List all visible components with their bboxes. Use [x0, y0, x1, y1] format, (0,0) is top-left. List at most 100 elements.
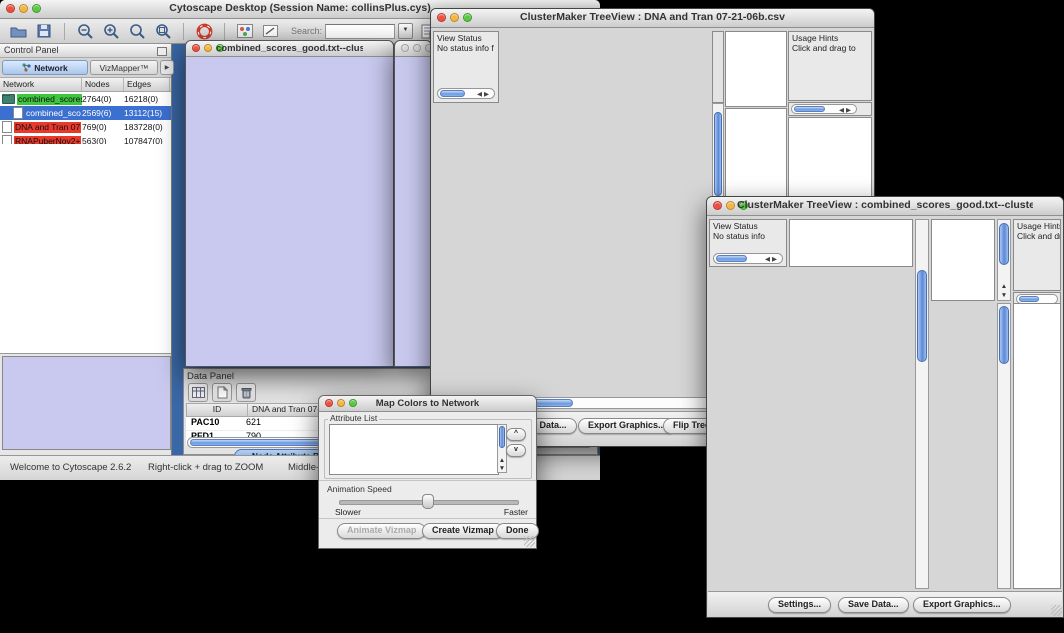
minimize-icon[interactable]	[726, 201, 735, 210]
network-table-row[interactable]: combined_sco2569(6)13112(15)	[0, 106, 171, 120]
network-table-row[interactable]: DNA and Tran 07769(0)183728(0)	[0, 120, 171, 134]
open-session-button[interactable]	[8, 22, 28, 41]
treeview2-titlebar[interactable]: ClusterMaker TreeView : combined_scores_…	[707, 197, 1063, 216]
scroll-left-icon[interactable]: ◀	[477, 91, 484, 98]
scroll-thumb[interactable]	[794, 106, 825, 112]
control-panel-header: Control Panel	[0, 44, 171, 58]
resize-grip[interactable]	[524, 536, 535, 547]
delete-attribute-icon[interactable]	[236, 383, 256, 402]
close-icon[interactable]	[325, 399, 333, 407]
scroll-thumb[interactable]	[999, 223, 1009, 265]
create-vizmap-button[interactable]: Create Vizmap	[422, 523, 504, 539]
scroll-right-icon[interactable]: ▶	[846, 107, 853, 114]
col-id[interactable]: ID	[187, 404, 248, 416]
scroll-thumb[interactable]	[1019, 296, 1039, 302]
scroll-thumb[interactable]	[714, 112, 722, 196]
network-view-window: combined_scores_good.txt--cluste...	[185, 40, 394, 367]
dialog-titlebar[interactable]: Map Colors to Network	[319, 396, 536, 412]
save-data-button[interactable]: Save Data...	[838, 597, 909, 613]
scroll-thumb[interactable]	[999, 306, 1009, 364]
heatmap-canvas[interactable]	[789, 269, 913, 589]
export-graphics-button[interactable]: Export Graphics...	[913, 597, 1011, 613]
treeview1-titlebar[interactable]: ClusterMaker TreeView : DNA and Tran 07-…	[431, 9, 874, 28]
move-up-button[interactable]: ^	[506, 428, 526, 441]
heatmap-vscrollbar[interactable]	[915, 219, 929, 589]
export-graphics-button[interactable]: Export Graphics...	[578, 418, 676, 434]
slower-label: Slower	[335, 507, 361, 517]
usage-hints-title: Usage Hints	[792, 33, 838, 43]
move-down-button[interactable]: v	[506, 444, 526, 457]
scroll-right-icon[interactable]: ▶	[484, 91, 491, 98]
col-network[interactable]: Network	[0, 78, 82, 91]
col-nodes[interactable]: Nodes	[82, 78, 124, 91]
birds-eye-view[interactable]	[2, 356, 171, 450]
close-icon[interactable]	[713, 201, 722, 210]
close-icon[interactable]	[6, 4, 15, 13]
scroll-thumb[interactable]	[440, 90, 465, 97]
scroll-left-icon[interactable]: ◀	[765, 256, 772, 263]
minimize-icon[interactable]	[413, 44, 421, 52]
usage-hints-panel: Usage Hints Click and drag to	[1013, 219, 1061, 291]
save-session-button[interactable]	[34, 22, 54, 41]
doc-icon	[13, 107, 23, 119]
dense-network-titlebar[interactable]	[395, 41, 431, 57]
scroll-thumb[interactable]	[499, 426, 505, 448]
tab-vizmapper[interactable]: VizMapper™	[90, 60, 158, 75]
column-dendrogram[interactable]	[501, 31, 711, 103]
minimize-icon[interactable]	[450, 13, 459, 22]
vizmap-nodes-icon[interactable]	[235, 22, 255, 41]
network-view-titlebar[interactable]: combined_scores_good.txt--cluste...	[186, 41, 393, 57]
col-edges[interactable]: Edges	[124, 78, 170, 91]
annotation-button[interactable]	[261, 22, 281, 41]
close-icon[interactable]	[437, 13, 446, 22]
slider-thumb[interactable]	[422, 494, 434, 509]
view-status-scrollbar[interactable]: ◀▶	[713, 253, 783, 264]
tab-network[interactable]: Network	[2, 60, 88, 75]
minimize-icon[interactable]	[19, 4, 28, 13]
select-attributes-icon[interactable]	[188, 383, 208, 402]
animate-vizmap-button[interactable]: Animate Vizmap	[337, 523, 426, 539]
network-table: combined_scores2764(0)16218(0)combined_s…	[0, 92, 171, 148]
control-panel: Control Panel Network VizMapper™ ▶ Netwo…	[0, 44, 172, 455]
heatmap-canvas[interactable]	[501, 103, 711, 395]
search-input[interactable]	[325, 24, 395, 39]
zoom-heatmap-canvas[interactable]	[931, 303, 995, 589]
new-attribute-icon[interactable]	[212, 383, 232, 402]
zoom-selected-button[interactable]	[153, 22, 173, 41]
column-dendrogram-pane	[789, 219, 913, 267]
close-icon[interactable]	[401, 44, 409, 52]
zoom-out-button[interactable]	[75, 22, 95, 41]
minimize-icon[interactable]	[337, 399, 345, 407]
scroll-up-icon[interactable]: ▲	[498, 457, 506, 464]
genelist-vscrollbar[interactable]	[997, 303, 1011, 589]
usage-hints-title: Usage Hints	[1017, 221, 1060, 231]
network-table-row[interactable]: combined_scores2764(0)16218(0)	[0, 92, 171, 106]
zoom-in-button[interactable]	[101, 22, 121, 41]
view-status-scrollbar[interactable]: ◀▶	[437, 88, 495, 99]
scroll-right-icon[interactable]: ▶	[772, 256, 779, 263]
network-canvas[interactable]	[186, 57, 391, 365]
usage-scrollbar[interactable]: ◀▶	[791, 104, 857, 114]
scroll-up-icon[interactable]: ▲	[998, 283, 1010, 290]
scroll-thumb[interactable]	[716, 255, 747, 262]
resize-grip[interactable]	[1051, 605, 1062, 616]
attribute-list[interactable]	[329, 424, 499, 475]
scroll-down-icon[interactable]: ▼	[998, 292, 1010, 299]
scroll-left-icon[interactable]: ◀	[839, 107, 846, 114]
zoom-fit-button[interactable]	[127, 22, 147, 41]
row-dendrogram[interactable]	[433, 103, 499, 395]
labels-vscrollbar[interactable]: ▲ ▼	[997, 219, 1011, 301]
search-dropdown-icon[interactable]: ▼	[398, 23, 413, 39]
status-zoom-hint: Right-click + drag to ZOOM	[148, 462, 263, 473]
scroll-thumb[interactable]	[917, 270, 927, 362]
tab-overflow-icon[interactable]: ▶	[160, 60, 174, 75]
settings-button[interactable]: Settings...	[768, 597, 831, 613]
float-panel-icon[interactable]	[157, 47, 167, 56]
scroll-down-icon[interactable]: ▼	[498, 465, 506, 472]
minimize-icon[interactable]	[204, 44, 212, 52]
help-lifesaver-icon[interactable]	[194, 22, 214, 41]
row-dendrogram[interactable]	[709, 269, 787, 589]
cluster-matrix-canvas[interactable]	[728, 121, 776, 173]
close-icon[interactable]	[192, 44, 200, 52]
status-welcome: Welcome to Cytoscape 2.6.2	[10, 462, 131, 473]
